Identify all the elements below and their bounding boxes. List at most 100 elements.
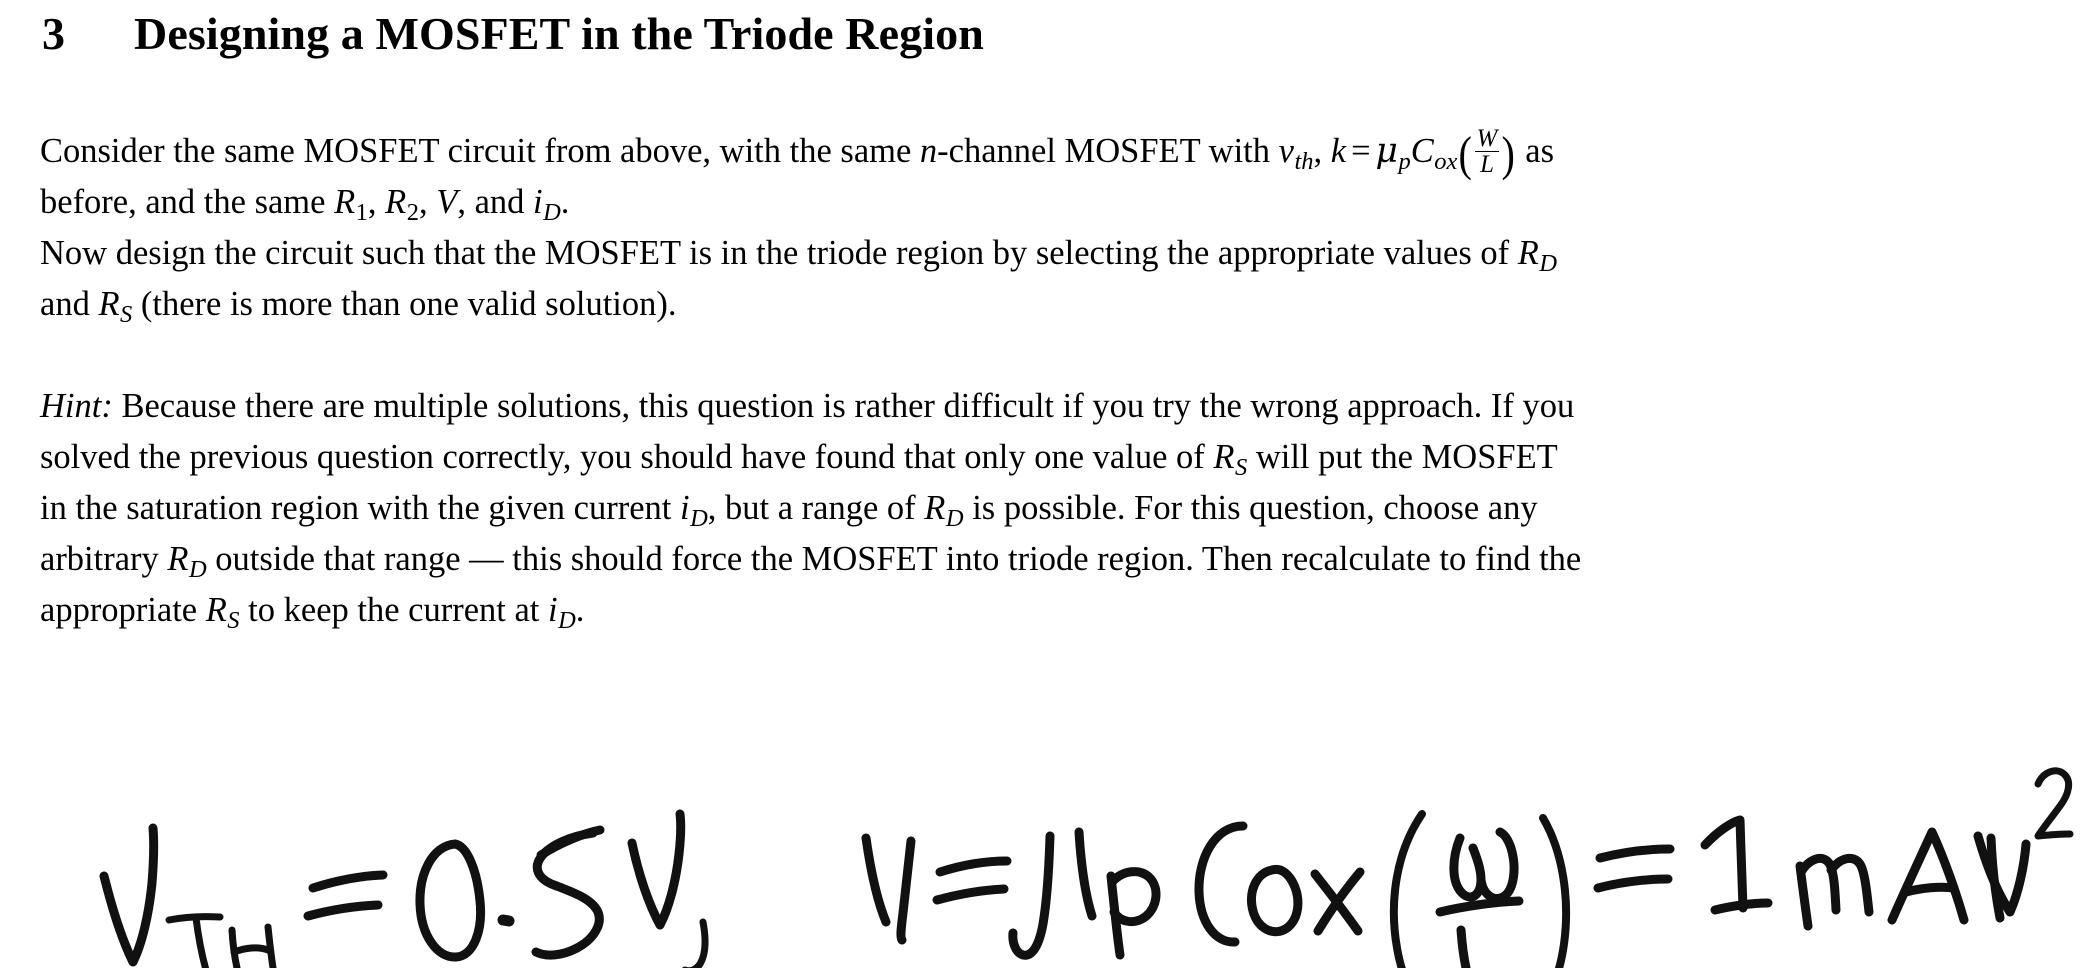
hw-equals-2 [932, 856, 1012, 905]
p1l2-text-a: before, and the same [40, 183, 335, 221]
math-r2-subscript: 2 [406, 198, 419, 226]
p1l2-period: . [560, 183, 570, 221]
hw-decimal-point [497, 914, 515, 927]
hw-vth-letter [99, 823, 159, 967]
hw-digit-one [1700, 815, 1773, 915]
hw-cox-o [1247, 864, 1303, 937]
math-rs-2: R [1213, 438, 1235, 476]
math-rs-1-subscript: S [120, 300, 133, 328]
math-vth: v [1278, 132, 1294, 170]
p1l4-text-a: and [40, 285, 99, 323]
math-rs-3: R [205, 591, 227, 629]
math-id-subscript: D [543, 198, 561, 226]
paragraph2-line5: appropriate RS to keep the current at iD… [40, 585, 2055, 636]
math-rs-3-subscript: S [227, 606, 240, 634]
hw-volt-denominator [1973, 831, 2031, 917]
paragraph1-line1: Consider the same MOSFET circuit from ab… [40, 125, 2055, 181]
hw-paren-close [1539, 814, 1571, 973]
paragraph1-line2: before, and the same R1, R2, V, and iD. [40, 183, 570, 226]
hw-mu-subscript [1106, 867, 1161, 960]
problem-statement-paragraph: Consider the same MOSFET circuit from ab… [40, 126, 2055, 330]
paragraph2-line1: Hint: Because there are multiple solutio… [40, 381, 2055, 432]
math-id: i [533, 183, 543, 221]
page-title: 3 Designing a MOSFET in the Triode Region [42, 8, 984, 61]
hw-w-letter [1449, 827, 1519, 903]
math-id-2: i [680, 489, 690, 527]
math-id-2-subscript: D [690, 504, 708, 532]
p2l5-period: . [575, 591, 585, 629]
p2l1-text: Because there are multiple solutions, th… [112, 387, 1575, 425]
p1l1-comma: , [1313, 132, 1331, 170]
math-rd-3-subscript: D [188, 555, 207, 583]
document-page: 3 Designing a MOSFET in the Triode Region… [0, 0, 2091, 973]
handwritten-annotation-layer [0, 600, 2091, 973]
hw-m-letter [1795, 853, 1874, 931]
p1l4-text-b: (there is more than one valid solution). [132, 285, 677, 323]
hw-fraction-bar [1435, 896, 1524, 917]
p1l3-text-a: Now design the circuit such that the MOS… [40, 234, 1518, 272]
p2l3-text-c: is possible. For this question, choose a… [963, 489, 1538, 527]
math-r1: R [334, 183, 356, 221]
math-rs-1: R [98, 285, 120, 323]
paragraph1-line3: Now design the circuit such that the MOS… [40, 228, 2055, 279]
p2l5-text-b: to keep the current at [239, 591, 548, 629]
hw-volt-unit [627, 809, 686, 930]
hint-paragraph: Hint: Because there are multiple solutio… [40, 381, 2055, 636]
math-equals-1: = [1351, 132, 1371, 170]
math-id-3: i [548, 591, 558, 629]
math-r2: R [385, 183, 407, 221]
math-mu-subscript: p [1398, 147, 1411, 175]
p2l4-text-b: outside that range — this should force t… [206, 540, 1582, 578]
math-k: k [1330, 132, 1347, 170]
hw-slash [1986, 833, 2005, 923]
p2l2-text-b: will put the MOSFET [1247, 438, 1558, 476]
hw-a-letter [1887, 827, 1969, 925]
math-v: V [436, 183, 458, 221]
paragraph2-line3: in the saturation region with the given … [40, 483, 2055, 534]
paragraph2-line4: arbitrary RD outside that range — this s… [40, 534, 2055, 585]
hw-comma-1 [681, 918, 709, 973]
math-l: L [1480, 151, 1494, 179]
paragraph1-line4: and RS (there is more than one valid sol… [40, 279, 2055, 330]
hw-l-letter [1456, 925, 1518, 973]
hw-k-letter [861, 833, 916, 945]
math-rd-3: R [167, 540, 189, 578]
math-rd-1: R [1517, 234, 1539, 272]
hint-label: Hint: [40, 387, 113, 425]
hw-cox-x [1310, 867, 1365, 936]
math-paren-open: ( [1458, 125, 1473, 181]
hw-mu-letter [1008, 827, 1097, 960]
p1l1-n-channel: n [919, 132, 938, 170]
hw-equals-1 [303, 870, 388, 921]
hw-exponent-two [2034, 767, 2074, 840]
math-cox-subscript: ox [1434, 147, 1458, 175]
p1l1-text-a: Consider the same MOSFET circuit from ab… [40, 132, 920, 170]
hw-digit-five [531, 825, 605, 960]
math-rd-2-subscript: D [945, 504, 964, 532]
p2l3-text-b: , but a range of [707, 489, 925, 527]
math-paren-close: ) [1501, 125, 1516, 181]
math-w: W [1474, 125, 1500, 153]
hw-cox-c [1194, 821, 1248, 947]
math-rs-2-subscript: S [1234, 453, 1248, 481]
section-number: 3 [42, 8, 66, 59]
math-r1-subscript: 1 [355, 198, 368, 226]
math-id-3-subscript: D [558, 606, 576, 634]
hw-paren-open [1389, 810, 1426, 973]
p2l5-text-a: appropriate [40, 591, 206, 629]
p2l2-text-a: solved the previous question correctly, … [40, 438, 1214, 476]
hw-vth-subscript [165, 913, 278, 973]
p1l1-text-b: -channel MOSFET with [937, 132, 1279, 170]
handwriting-svg [99, 767, 2074, 973]
paragraph2-line2: solved the previous question correctly, … [40, 432, 2055, 483]
math-mu: μ [1375, 131, 1398, 171]
p1l2-and: , and [457, 183, 534, 221]
hw-digit-zero [415, 839, 486, 962]
math-cox: C [1410, 132, 1434, 170]
section-title: Designing a MOSFET in the Triode Region [134, 8, 984, 59]
p1l1-text-c: as [1525, 132, 1555, 170]
math-vth-subscript: th [1294, 147, 1314, 175]
math-rd-2: R [924, 489, 946, 527]
hw-equals-3 [1593, 844, 1675, 893]
p2l3-text-a: in the saturation region with the given … [40, 489, 680, 527]
